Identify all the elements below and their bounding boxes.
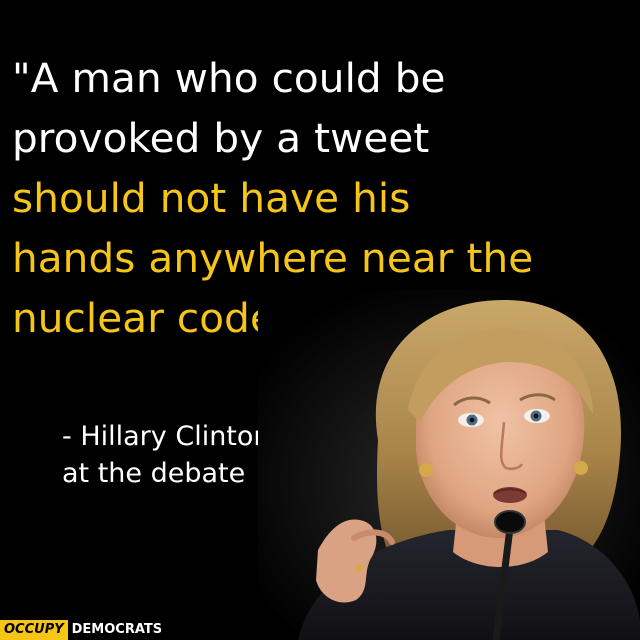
quote-attribution: - Hillary Clinton, at the debate xyxy=(62,418,279,492)
speaker-photo xyxy=(258,290,640,640)
left-earring xyxy=(419,463,433,477)
attribution-name: - Hillary Clinton, xyxy=(62,421,280,452)
logo-democrats: DEMOCRATS xyxy=(71,622,163,637)
quote-line-1: "A man who could be xyxy=(12,54,446,102)
quote-line-3: should not have his xyxy=(12,174,411,222)
ring xyxy=(355,564,363,572)
logo-occupy: OCCUPY xyxy=(0,620,68,640)
attribution-context: at the debate xyxy=(62,458,246,489)
occupy-democrats-logo: OCCUPY DEMOCRATS xyxy=(0,620,166,640)
right-earring xyxy=(574,461,588,475)
quote-line-4: hands anywhere near the xyxy=(12,234,534,282)
quote-line-2: provoked by a tweet xyxy=(12,114,430,162)
meme-canvas: "A man who could be provoked by a tweet … xyxy=(0,0,640,640)
microphone-head xyxy=(494,510,526,534)
